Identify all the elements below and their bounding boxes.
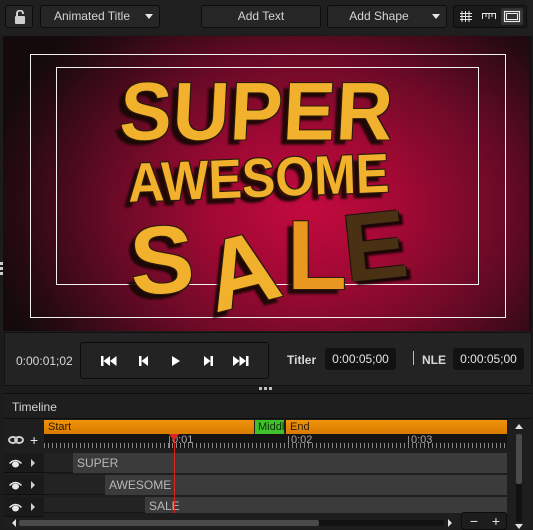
track-lane: SUPER [44, 453, 507, 473]
panel-splitter-handle[interactable] [259, 387, 275, 391]
side-panel-resize-handle[interactable] [0, 262, 3, 276]
title-preview-canvas[interactable]: SUPER AWESOME S A L E [3, 36, 529, 331]
zoom-out-button[interactable]: − [464, 513, 484, 529]
track-controls [4, 475, 44, 495]
divider [413, 351, 414, 365]
preview-letter-s[interactable]: S [127, 204, 197, 317]
expand-triangle-icon[interactable] [31, 481, 35, 489]
step-forward-button[interactable] [198, 353, 220, 369]
expand-triangle-icon[interactable] [31, 503, 35, 511]
horizontal-scrollbar[interactable] [8, 519, 456, 527]
safe-area-icon [503, 10, 521, 23]
track-controls [4, 453, 44, 473]
go-to-end-button[interactable] [230, 353, 252, 369]
nle-duration-label: NLE [422, 353, 446, 367]
titler-duration-label: Titler [287, 353, 317, 367]
lock-button[interactable] [5, 5, 33, 28]
track-controls [4, 497, 44, 517]
play-button[interactable] [165, 353, 187, 369]
scroll-up-arrow-icon[interactable] [515, 424, 523, 429]
step-forward-icon [204, 356, 213, 366]
preview-letter-l[interactable]: L [287, 199, 347, 312]
skip-to-start-icon [101, 356, 117, 366]
add-text-button[interactable]: Add Text [201, 5, 321, 28]
scroll-track[interactable] [19, 520, 444, 526]
scroll-thumb[interactable] [19, 520, 319, 526]
chevron-down-icon [145, 14, 153, 19]
timeline-ruler[interactable]: 0:01 0:02 0:03 [44, 434, 507, 448]
ruler-label: 0:02 [291, 434, 313, 446]
view-toggle-group [453, 5, 527, 28]
safe-area-toggle[interactable] [501, 8, 523, 25]
go-to-start-button[interactable] [99, 353, 121, 369]
step-back-icon [139, 356, 148, 366]
unlocked-padlock-icon [15, 10, 25, 24]
scroll-down-arrow-icon[interactable] [515, 524, 523, 529]
grid-icon [460, 11, 472, 22]
preview-letter-e[interactable]: E [337, 189, 413, 305]
playhead-line[interactable] [174, 435, 175, 513]
scroll-right-arrow-icon[interactable] [448, 519, 452, 527]
track-clip[interactable]: SALE [145, 497, 507, 513]
top-toolbar: Animated Title Add Text Add Shape [0, 0, 533, 35]
transport-bar: 0:00:01;02 Titler 0:00:05;00 NLE 0:00:05… [4, 332, 532, 386]
ruler-icon [482, 13, 496, 19]
template-dropdown-value: Animated Title [53, 9, 131, 23]
eye-icon[interactable] [9, 459, 22, 468]
ruler-major-tick [288, 436, 289, 448]
vertical-scrollbar[interactable] [514, 424, 524, 529]
step-back-button[interactable] [134, 353, 156, 369]
scroll-thumb[interactable] [516, 434, 522, 484]
marker-end[interactable]: End [286, 420, 507, 434]
nle-duration-field[interactable]: 0:00:05;00 [453, 348, 524, 370]
scroll-track[interactable] [516, 434, 522, 522]
timeline-panel: Timeline Start Middle End + 0:01 0:02 0:… [4, 393, 532, 530]
scroll-left-arrow-icon[interactable] [12, 519, 16, 527]
ruler-major-tick [408, 436, 409, 448]
ruler-label: 0:03 [411, 434, 433, 446]
expand-triangle-icon[interactable] [31, 459, 35, 467]
track-lane: SALE [44, 497, 507, 513]
chevron-down-icon [432, 14, 440, 19]
track-clip[interactable]: SUPER [73, 453, 507, 473]
ruler-ticks [44, 443, 507, 448]
zoom-in-button[interactable]: + [486, 513, 506, 529]
titler-duration-field[interactable]: 0:00:05;00 [325, 348, 396, 370]
track-clip[interactable]: AWESOME [105, 475, 507, 495]
divider [4, 418, 532, 419]
ruler-toggle[interactable] [478, 8, 500, 25]
eye-icon[interactable] [9, 481, 22, 490]
track-lane: AWESOME [44, 475, 507, 495]
timeline-title: Timeline [12, 400, 57, 414]
grid-toggle[interactable] [456, 8, 478, 25]
add-track-button[interactable]: + [30, 432, 38, 448]
transport-controls [80, 342, 269, 379]
playhead-handle[interactable] [169, 434, 179, 441]
timeline-zoom-controls: − + [461, 512, 507, 530]
play-icon [172, 356, 180, 366]
skip-to-end-icon [233, 356, 249, 366]
marker-middle[interactable]: Middle [255, 420, 284, 434]
marker-start[interactable]: Start [44, 420, 254, 434]
add-shape-label: Add Shape [349, 9, 409, 23]
eye-icon[interactable] [9, 503, 22, 512]
template-dropdown[interactable]: Animated Title [40, 5, 160, 28]
current-timecode: 0:00:01;02 [16, 354, 73, 368]
add-shape-dropdown[interactable]: Add Shape [327, 5, 447, 28]
link-icon[interactable] [8, 434, 24, 446]
